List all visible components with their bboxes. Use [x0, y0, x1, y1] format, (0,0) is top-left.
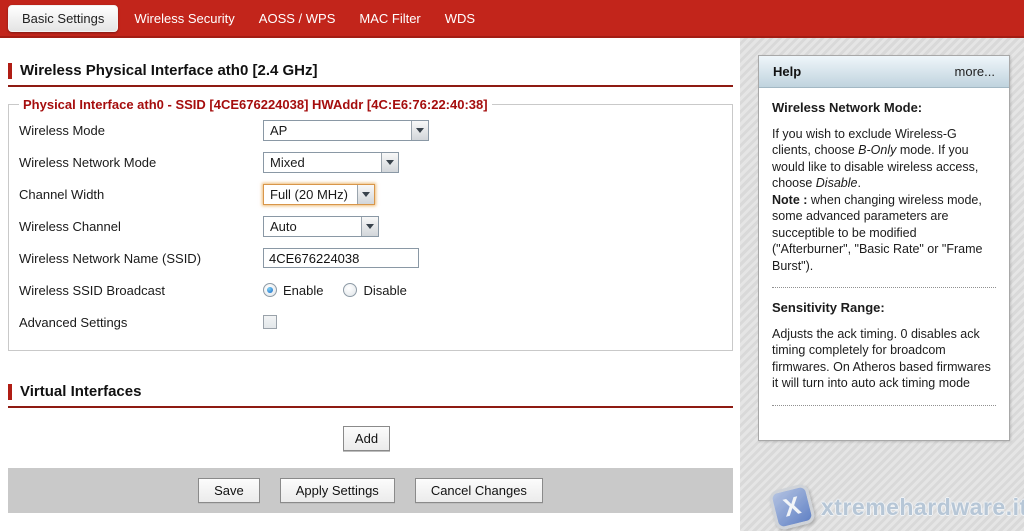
help-network-mode-text: If you wish to exclude Wireless-G client… [772, 126, 996, 275]
ssid-input[interactable] [263, 248, 419, 268]
ssid-broadcast-radio-group: Enable Disable [263, 283, 427, 298]
help-panel: Help more... Wireless Network Mode: If y… [758, 55, 1010, 441]
help-title: Help [773, 64, 801, 79]
virtual-interfaces-heading: Virtual Interfaces [8, 383, 740, 400]
top-navbar: Basic Settings Wireless Security AOSS / … [0, 0, 1024, 38]
wireless-mode-label: Wireless Mode [19, 123, 263, 138]
watermark-text: xtremehardware.it [821, 494, 1024, 521]
network-mode-value: Mixed [264, 153, 311, 172]
help-italic-term: Disable [816, 176, 858, 190]
help-more-link[interactable]: more... [955, 64, 995, 79]
help-sensitivity-heading: Sensitivity Range: [772, 300, 996, 317]
tab-mac-filter[interactable]: MAC Filter [359, 11, 420, 26]
network-mode-select[interactable]: Mixed [263, 152, 399, 173]
channel-width-dropdown-button[interactable] [357, 185, 374, 204]
channel-width-value: Full (20 MHz) [264, 185, 354, 204]
help-sensitivity-text: Adjusts the ack timing. 0 disables ack t… [772, 326, 996, 392]
ssid-label: Wireless Network Name (SSID) [19, 251, 263, 266]
network-mode-row: Wireless Network Mode Mixed [19, 146, 722, 178]
action-button-bar: Save Apply Settings Cancel Changes [8, 468, 733, 513]
help-note-label: Note : [772, 193, 807, 207]
help-network-mode-heading: Wireless Network Mode: [772, 100, 996, 117]
channel-width-select[interactable]: Full (20 MHz) [263, 184, 375, 205]
tab-wds[interactable]: WDS [445, 11, 475, 26]
help-body: Wireless Network Mode: If you wish to ex… [759, 88, 1009, 406]
apply-settings-button[interactable]: Apply Settings [280, 478, 395, 503]
network-mode-dropdown-button[interactable] [381, 153, 398, 172]
heading-rule [8, 85, 733, 87]
wireless-mode-value: AP [264, 121, 293, 140]
page-title: Wireless Physical Interface ath0 [2.4 GH… [20, 62, 318, 79]
help-text-fragment: . [857, 176, 860, 190]
advanced-settings-label: Advanced Settings [19, 315, 263, 330]
heading-accent-bar [8, 63, 12, 79]
advanced-settings-row: Advanced Settings [19, 306, 722, 338]
channel-width-row: Channel Width Full (20 MHz) [19, 178, 722, 210]
chevron-down-icon [386, 160, 394, 165]
enable-radio-label[interactable]: Enable [283, 283, 323, 298]
fieldset-legend: Physical Interface ath0 - SSID [4CE67622… [19, 97, 492, 112]
main-content: Wireless Physical Interface ath0 [2.4 GH… [0, 38, 740, 531]
wireless-mode-dropdown-button[interactable] [411, 121, 428, 140]
wireless-mode-select[interactable]: AP [263, 120, 429, 141]
wireless-channel-label: Wireless Channel [19, 219, 263, 234]
add-button[interactable]: Add [343, 426, 390, 451]
ssid-row: Wireless Network Name (SSID) [19, 242, 722, 274]
ssid-broadcast-label: Wireless SSID Broadcast [19, 283, 263, 298]
save-button[interactable]: Save [198, 478, 260, 503]
virtual-interfaces-title: Virtual Interfaces [20, 383, 141, 400]
tab-aoss-wps[interactable]: AOSS / WPS [259, 11, 336, 26]
enable-radio[interactable] [263, 283, 277, 297]
chevron-down-icon [416, 128, 424, 133]
cancel-changes-button[interactable]: Cancel Changes [415, 478, 543, 503]
add-button-row: Add [0, 426, 733, 451]
advanced-settings-checkbox[interactable] [263, 315, 277, 329]
heading-accent-bar [8, 384, 12, 400]
tab-basic-settings[interactable]: Basic Settings [8, 5, 118, 32]
tab-wireless-security[interactable]: Wireless Security [134, 11, 234, 26]
help-divider [772, 405, 996, 406]
wireless-channel-dropdown-button[interactable] [361, 217, 378, 236]
disable-radio[interactable] [343, 283, 357, 297]
help-sidebar: Help more... Wireless Network Mode: If y… [740, 38, 1024, 531]
wireless-channel-row: Wireless Channel Auto [19, 210, 722, 242]
channel-width-label: Channel Width [19, 187, 263, 202]
help-header: Help more... [759, 56, 1009, 88]
chevron-down-icon [362, 192, 370, 197]
physical-interface-heading: Wireless Physical Interface ath0 [2.4 GH… [8, 62, 740, 79]
disable-radio-label[interactable]: Disable [363, 283, 406, 298]
ssid-broadcast-row: Wireless SSID Broadcast Enable Disable [19, 274, 722, 306]
network-mode-label: Wireless Network Mode [19, 155, 263, 170]
help-italic-term: B-Only [858, 143, 896, 157]
wireless-mode-row: Wireless Mode AP [19, 114, 722, 146]
physical-interface-fieldset: Physical Interface ath0 - SSID [4CE67622… [8, 97, 733, 351]
chevron-down-icon [366, 224, 374, 229]
heading-rule [8, 406, 733, 408]
wireless-channel-value: Auto [264, 217, 303, 236]
wireless-channel-select[interactable]: Auto [263, 216, 379, 237]
watermark: X xtremehardware.it [772, 487, 1024, 527]
xtremehardware-logo-icon: X [768, 483, 816, 531]
help-divider [772, 287, 996, 288]
